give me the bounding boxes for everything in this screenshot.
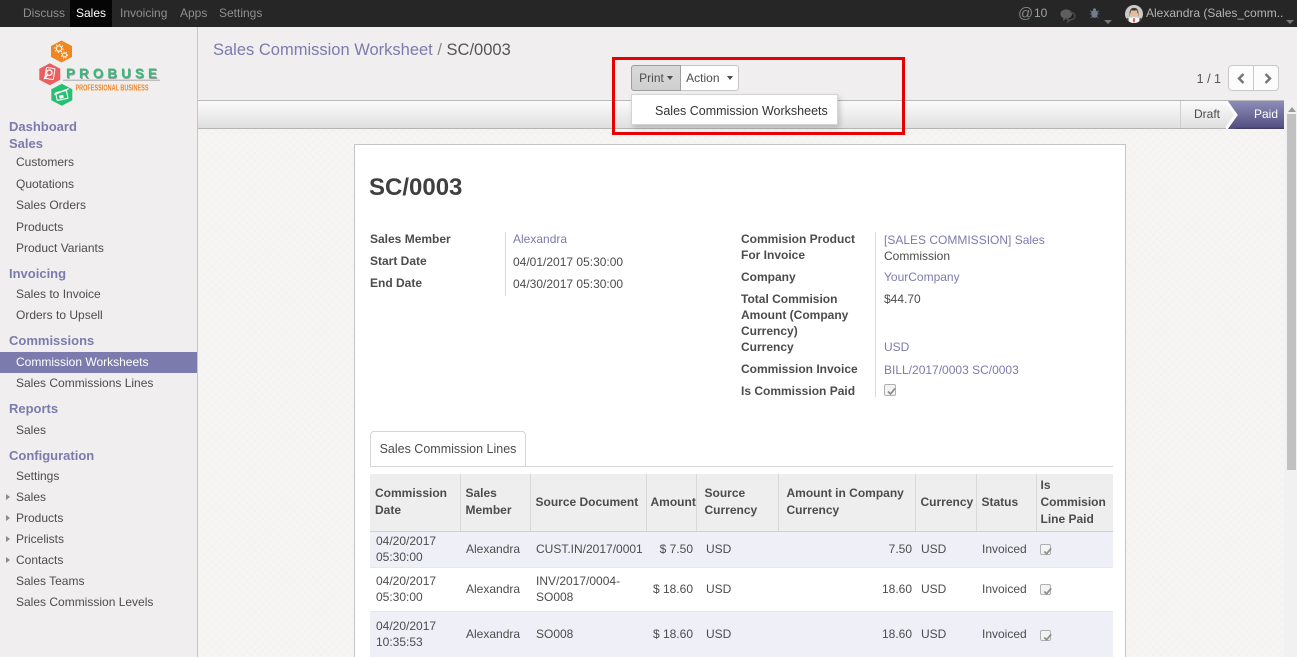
svg-text:PROFESSIONAL BUSINESS: PROFESSIONAL BUSINESS xyxy=(76,84,149,93)
svg-text:PROBUSE: PROBUSE xyxy=(66,66,157,81)
